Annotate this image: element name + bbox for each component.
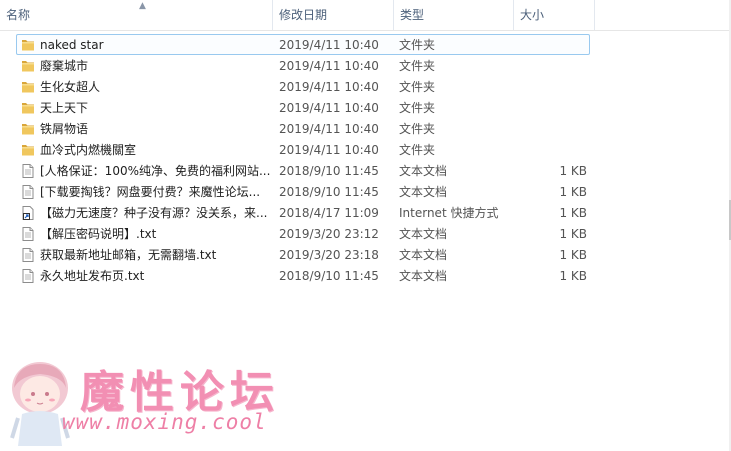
file-name: 永久地址发布页.txt (40, 269, 145, 283)
file-size: 1 KB (559, 227, 587, 241)
file-size: 1 KB (559, 206, 587, 220)
file-name: 天上天下 (40, 101, 89, 115)
column-header-size[interactable]: 大小 (514, 0, 594, 30)
file-size (527, 56, 587, 75)
file-type: 文本文档 (399, 185, 448, 199)
file-name: 血冷式内燃機關室 (40, 143, 137, 157)
file-type: 文件夹 (399, 59, 436, 73)
file-name: 【磁力无速度？种子没有源？没关系，来... (40, 206, 268, 220)
file-date: 2019/4/11 10:40 (279, 80, 379, 94)
column-header-date-label: 修改日期 (279, 8, 328, 22)
file-date: 2018/9/10 11:45 (279, 185, 379, 199)
sort-ascending-icon: ▲ (139, 1, 146, 11)
file-type: 文件夹 (399, 143, 436, 157)
folder-row[interactable]: 铁屑物语 2019/4/11 10:40 文件夹 (16, 118, 590, 139)
column-header-date[interactable]: 修改日期 (273, 0, 393, 30)
file-type: 文本文档 (399, 269, 448, 283)
file-row[interactable]: 获取最新地址邮箱，无需翻墙.txt 2019/3/20 23:18 文本文档 1 KB (16, 244, 590, 265)
file-name: 廢棄城市 (40, 59, 89, 73)
column-header-size-label: 大小 (520, 8, 545, 22)
file-name: 生化女超人 (40, 80, 101, 94)
file-type: 文件夹 (399, 38, 436, 52)
folder-row[interactable]: 生化女超人 2019/4/11 10:40 文件夹 (16, 76, 590, 97)
file-type: 文本文档 (399, 227, 448, 241)
file-size (527, 140, 587, 159)
file-size (527, 119, 587, 138)
file-date: 2019/3/20 23:12 (279, 227, 379, 241)
file-date: 2019/4/11 10:40 (279, 59, 379, 73)
text-file-icon (20, 247, 36, 263)
watermark-url: www.moxing.cool (62, 410, 267, 434)
text-file-icon (20, 184, 36, 200)
file-type: 文件夹 (399, 101, 436, 115)
text-file-icon (20, 226, 36, 242)
folder-row[interactable]: 廢棄城市 2019/4/11 10:40 文件夹 (16, 55, 590, 76)
file-date: 2019/4/11 10:40 (279, 143, 379, 157)
file-date: 2018/4/17 11:09 (279, 206, 379, 220)
file-size: 1 KB (559, 164, 587, 178)
file-type: Internet 快捷方式 (399, 206, 499, 220)
file-type: 文件夹 (399, 122, 436, 136)
folder-icon (20, 142, 36, 158)
file-size (527, 35, 587, 54)
file-size (527, 77, 587, 96)
file-date: 2019/4/11 10:40 (279, 101, 379, 115)
internet-shortcut-icon (20, 205, 36, 221)
file-row[interactable]: 【磁力无速度？种子没有源？没关系，来... 2018/4/17 11:09 Inte… (16, 202, 590, 223)
column-header-bar: 名称 ▲ 修改日期 类型 大小 (0, 0, 731, 31)
file-name: 铁屑物语 (40, 122, 89, 136)
file-date: 2019/4/11 10:40 (279, 122, 379, 136)
file-date: 2018/9/10 11:45 (279, 164, 379, 178)
file-size: 1 KB (559, 248, 587, 262)
folder-icon (20, 121, 36, 137)
file-date: 2019/4/11 10:40 (279, 38, 379, 52)
folder-icon (20, 100, 36, 116)
file-type: 文本文档 (399, 164, 448, 178)
file-date: 2019/3/20 23:18 (279, 248, 379, 262)
folder-row[interactable]: naked star 2019/4/11 10:40 文件夹 (16, 34, 590, 55)
folder-row[interactable]: 天上天下 2019/4/11 10:40 文件夹 (16, 97, 590, 118)
mascot-girl-icon (10, 362, 70, 446)
file-row[interactable]: 永久地址发布页.txt 2018/9/10 11:45 文本文档 1 KB (16, 265, 590, 286)
text-file-icon (20, 163, 36, 179)
file-row[interactable]: 【解压密码说明】.txt 2019/3/20 23:12 文本文档 1 KB (16, 223, 590, 244)
file-name: 【解压密码说明】.txt (40, 227, 157, 241)
folder-row[interactable]: 血冷式内燃機關室 2019/4/11 10:40 文件夹 (16, 139, 590, 160)
file-type: 文件夹 (399, 80, 436, 94)
text-file-icon (20, 268, 36, 284)
file-name: 获取最新地址邮箱，无需翻墙.txt (40, 248, 217, 262)
column-divider[interactable] (594, 0, 595, 30)
file-date: 2018/9/10 11:45 (279, 269, 379, 283)
file-size: 1 KB (559, 185, 587, 199)
column-header-name-label: 名称 (6, 8, 31, 22)
file-name: [下载要掏钱？网盘要付费？来魔性论坛... (40, 185, 261, 199)
column-header-type[interactable]: 类型 (394, 0, 514, 30)
folder-icon (20, 79, 36, 95)
file-row[interactable]: [下载要掏钱？网盘要付费？来魔性论坛... 2018/9/10 11:45 文本文档… (16, 181, 590, 202)
file-name: [人格保证：100%纯净、免费的福利网站... (40, 164, 271, 178)
file-row[interactable]: [人格保证：100%纯净、免费的福利网站... 2018/9/10 11:45 文本… (16, 160, 590, 181)
file-size: 1 KB (559, 269, 587, 283)
folder-icon (20, 37, 36, 53)
file-type: 文本文档 (399, 248, 448, 262)
column-header-type-label: 类型 (400, 8, 425, 22)
column-header-name[interactable]: 名称 (0, 0, 272, 30)
file-size (527, 98, 587, 117)
folder-icon (20, 58, 36, 74)
file-name: naked star (40, 38, 104, 52)
watermark: 魔性论坛 www.moxing.cool (0, 350, 320, 451)
